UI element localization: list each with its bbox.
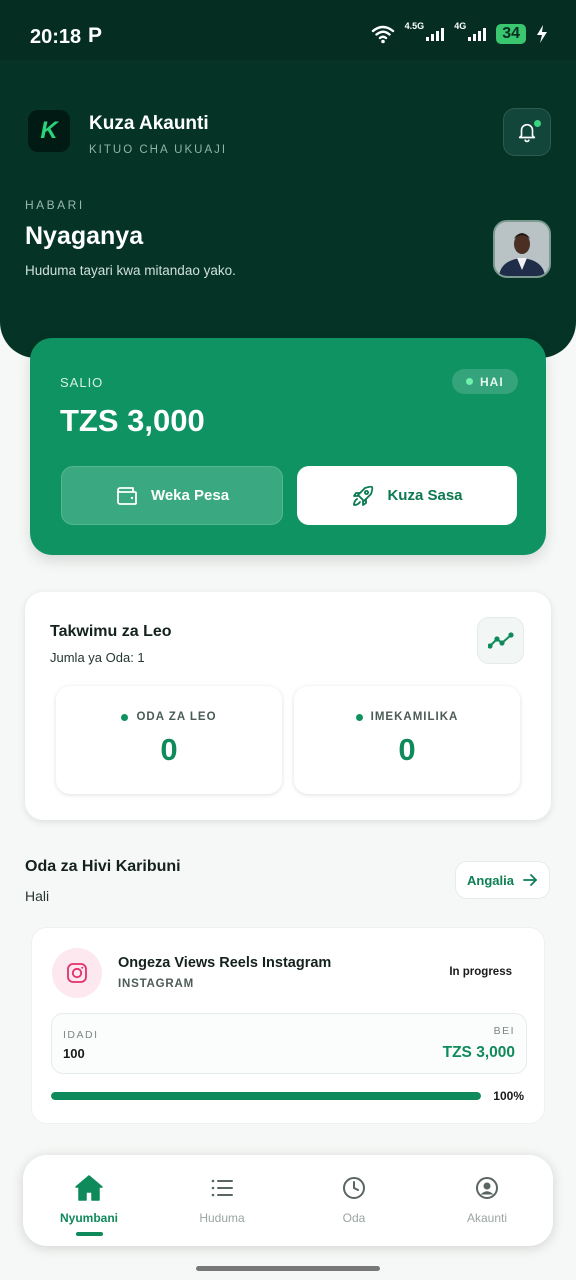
greeting-subtitle: Huduma tayari kwa mitandao yako.	[25, 263, 236, 278]
order-platform: INSTAGRAM	[118, 978, 194, 990]
stat-value: 0	[398, 732, 416, 767]
order-details: IDADI 100 BEI TZS 3,000	[51, 1013, 527, 1074]
user-name: Nyaganya	[25, 222, 144, 250]
bottom-nav: Nyumbani Huduma Oda Akaunti	[23, 1155, 553, 1246]
avatar[interactable]	[493, 220, 551, 278]
recent-orders-title: Oda za Hivi Karibuni	[25, 858, 181, 875]
profile-photo	[495, 222, 549, 276]
app-title: Kuza Akaunti	[89, 113, 209, 134]
balance-amount: TZS 3,000	[60, 403, 205, 438]
progress-fill	[51, 1092, 481, 1100]
status-indicators: 4.5G 4G 34	[371, 21, 548, 44]
quantity-value: 100	[63, 1046, 85, 1061]
trend-button[interactable]	[477, 617, 524, 664]
charging-icon	[537, 25, 547, 43]
instagram-icon	[67, 963, 87, 983]
order-service-name: Ongeza Views Reels Instagram	[118, 955, 332, 971]
boost-label: Kuza Sasa	[387, 487, 463, 504]
rocket-icon	[353, 485, 374, 506]
nav-item-account[interactable]: Akaunti	[421, 1155, 553, 1246]
signal-icon: 4.5G	[405, 21, 445, 41]
boost-button[interactable]: Kuza Sasa	[297, 466, 517, 525]
app-subtitle: KITUO CHA UKUAJI	[89, 144, 228, 156]
order-status: In progress	[449, 966, 512, 978]
price-label: BEI	[493, 1025, 515, 1037]
list-icon	[207, 1173, 237, 1203]
wallet-icon	[117, 486, 137, 505]
user-circle-icon	[472, 1173, 502, 1203]
wifi-icon	[371, 25, 394, 44]
recent-orders-subtitle: Hali	[25, 888, 50, 904]
arrow-right-icon	[523, 874, 537, 886]
balance-label: SALIO	[60, 375, 104, 390]
stat-label: ODA ZA LEO	[56, 711, 282, 723]
nav-item-orders[interactable]: Oda	[288, 1155, 420, 1246]
progress-bar	[51, 1092, 481, 1100]
battery-indicator: 34	[496, 24, 526, 44]
status-bar: 20:18 P 4.5G 4G 34	[0, 0, 576, 60]
order-card[interactable]: Ongeza Views Reels Instagram INSTAGRAM I…	[31, 927, 545, 1124]
deposit-button[interactable]: Weka Pesa	[61, 466, 283, 525]
instagram-icon-badge	[52, 948, 102, 998]
status-badge: HAI	[452, 369, 518, 394]
stats-card: Takwimu za Leo Jumla ya Oda: 1 ODA ZA LE…	[25, 592, 551, 820]
deposit-label: Weka Pesa	[150, 487, 230, 504]
quantity-label: IDADI	[63, 1029, 99, 1041]
status-notification: P	[88, 24, 103, 47]
notifications-button[interactable]	[503, 108, 551, 156]
see-all-button[interactable]: Angalia	[455, 861, 550, 899]
active-indicator	[76, 1232, 103, 1236]
nav-item-home[interactable]: Nyumbani	[23, 1155, 155, 1246]
home-indicator[interactable]	[196, 1266, 380, 1271]
status-dot	[466, 378, 473, 385]
stat-value: 0	[160, 732, 178, 767]
stats-subtitle: Jumla ya Oda: 1	[50, 650, 145, 665]
price-value: TZS 3,000	[442, 1044, 515, 1061]
trend-icon	[487, 631, 514, 649]
clock-icon	[339, 1173, 369, 1203]
app-logo: K	[28, 110, 70, 152]
home-icon	[74, 1173, 104, 1203]
progress-percent: 100%	[493, 1089, 524, 1103]
stat-box-completed: IMEKAMILIKA 0	[294, 686, 520, 794]
stat-box-today: ODA ZA LEO 0	[56, 686, 282, 794]
stats-title: Takwimu za Leo	[50, 623, 172, 640]
status-time: 20:18	[30, 26, 82, 48]
nav-item-services[interactable]: Huduma	[156, 1155, 288, 1246]
stat-label: IMEKAMILIKA	[294, 711, 520, 723]
greeting-label: HABARI	[25, 198, 85, 212]
balance-card: SALIO HAI TZS 3,000 Weka Pesa Kuza Sasa	[30, 338, 546, 555]
signal-icon: 4G	[454, 21, 487, 41]
notification-dot	[534, 120, 541, 127]
